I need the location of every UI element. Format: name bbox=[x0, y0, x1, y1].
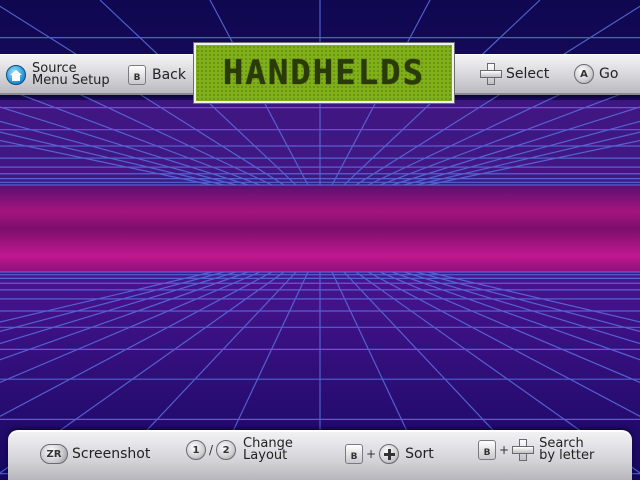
bottom-hint-bar: ZR Screenshot 1 / 2 Change Layout B + So… bbox=[8, 430, 632, 480]
a-button-icon: A bbox=[574, 64, 594, 84]
system-title-panel: HANDHELDS bbox=[193, 42, 455, 104]
b-button-icon: B bbox=[128, 65, 146, 85]
button-1-icon: 1 bbox=[186, 440, 206, 460]
change-layout-hint[interactable]: 1 / 2 Change Layout bbox=[186, 437, 293, 463]
sort-label: Sort bbox=[405, 446, 434, 462]
button-2-icon: 2 bbox=[216, 440, 237, 460]
source-menu-setup-hint[interactable]: Source Menu Setup bbox=[6, 62, 110, 88]
go-hint[interactable]: A Go bbox=[574, 64, 618, 84]
b-button-icon: B bbox=[345, 444, 363, 464]
dpad-icon bbox=[480, 63, 502, 85]
plus-button-icon bbox=[379, 444, 400, 464]
home-icon bbox=[6, 65, 26, 85]
zr-button-icon: ZR bbox=[40, 444, 68, 464]
system-title: HANDHELDS bbox=[222, 53, 426, 93]
layout-label-line2: Layout bbox=[243, 448, 288, 463]
back-hint[interactable]: B Back bbox=[128, 65, 186, 85]
screenshot-hint[interactable]: ZR Screenshot bbox=[40, 444, 150, 464]
select-label: Select bbox=[506, 66, 550, 82]
sort-plus-sign: + bbox=[366, 447, 377, 461]
b-button-icon: B bbox=[478, 440, 496, 460]
sort-hint[interactable]: B + Sort bbox=[345, 444, 434, 464]
select-hint[interactable]: Select bbox=[480, 63, 549, 85]
search-label-line2: by letter bbox=[539, 448, 595, 463]
home-label-line2: Menu Setup bbox=[32, 73, 110, 88]
back-label: Back bbox=[152, 67, 186, 83]
search-by-letter-hint[interactable]: B + Search by letter bbox=[478, 437, 595, 463]
search-plus-sign: + bbox=[499, 443, 510, 457]
screenshot-label: Screenshot bbox=[72, 446, 151, 462]
go-label: Go bbox=[599, 66, 619, 82]
dpad-icon bbox=[512, 439, 535, 461]
layout-separator: / bbox=[209, 443, 214, 457]
